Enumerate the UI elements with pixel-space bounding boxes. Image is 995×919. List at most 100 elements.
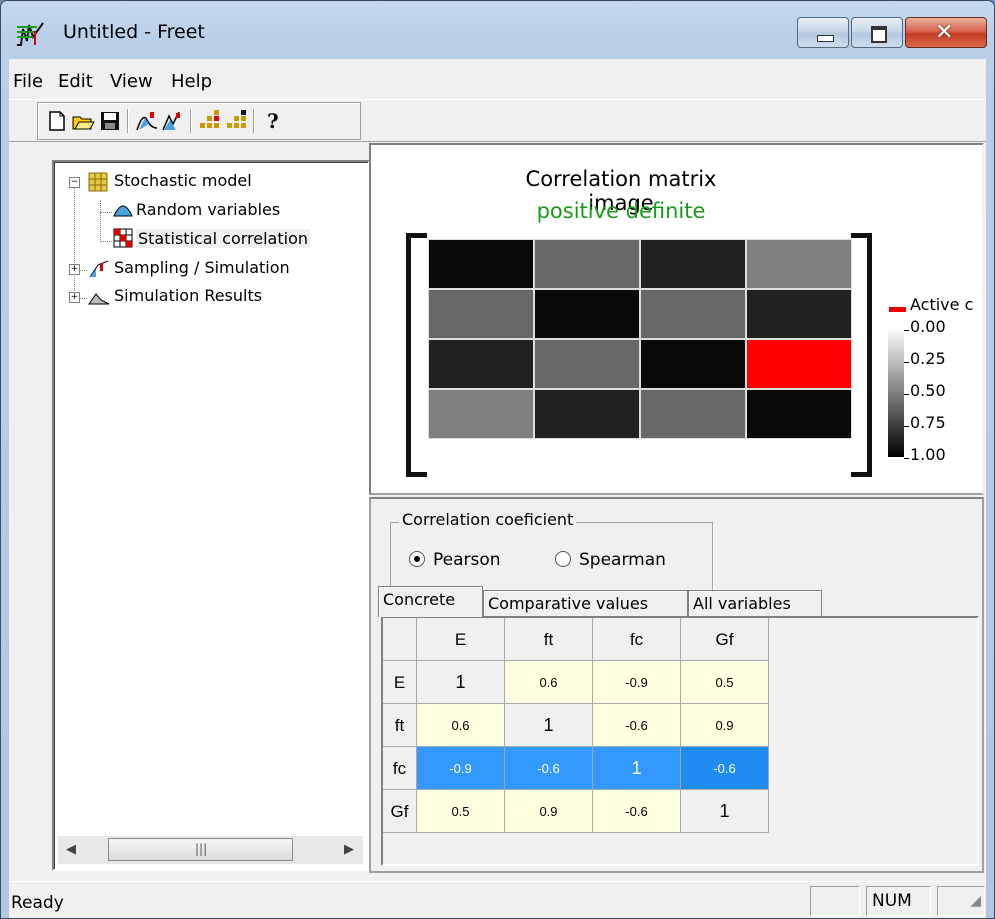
horizontal-scrollbar[interactable]: ◀ ||| ▶ [58, 836, 363, 864]
matrix-alt-icon[interactable] [225, 110, 249, 132]
sampling-icon[interactable] [161, 110, 185, 132]
minimize-icon [817, 35, 834, 42]
status-panel-empty [810, 886, 860, 916]
size-grip-icon[interactable]: ◢ [937, 886, 985, 916]
table-cell[interactable]: -0.6 [681, 747, 769, 790]
column-header[interactable]: ft [505, 618, 593, 661]
heatmap-cell[interactable] [428, 339, 534, 389]
tree-item-sampling-simulation[interactable]: Sampling / Simulation [114, 258, 290, 277]
tab-comparative-values[interactable]: Comparative values [483, 590, 688, 616]
distribution-icon[interactable] [135, 110, 159, 132]
table-cell[interactable]: 1 [681, 790, 769, 833]
heatmap-cell[interactable] [746, 239, 852, 289]
close-button[interactable]: ✕ [905, 17, 987, 48]
column-header[interactable]: fc [593, 618, 681, 661]
collapse-icon[interactable]: − [69, 177, 80, 188]
new-file-icon[interactable] [45, 110, 69, 132]
heatmap-cell[interactable] [746, 289, 852, 339]
tree-line [100, 200, 101, 242]
scroll-left-icon[interactable]: ◀ [66, 842, 76, 857]
tree-view[interactable]: − Stochastic model Random variables Stat… [52, 160, 370, 871]
correlation-grid-icon [113, 228, 133, 248]
app-window: Untitled - Freet ✕ File Edit View Help ? [0, 0, 995, 919]
menu-view[interactable]: View [110, 71, 153, 92]
menu-help[interactable]: Help [171, 71, 212, 92]
colorbar-tick: 0.75 [904, 413, 946, 432]
row-header[interactable]: Gf [383, 790, 417, 833]
heatmap-cell[interactable] [640, 239, 746, 289]
help-icon[interactable]: ? [261, 110, 285, 132]
heatmap-cell[interactable] [640, 339, 746, 389]
radio-spearman[interactable]: Spearman [555, 550, 666, 570]
save-icon[interactable] [98, 110, 122, 132]
heatmap-cell[interactable] [640, 289, 746, 339]
table-cell[interactable]: 0.5 [681, 661, 769, 704]
expand-icon[interactable]: + [69, 292, 80, 303]
scroll-thumb[interactable]: ||| [108, 838, 293, 861]
sampling-simulation-icon [89, 260, 109, 278]
status-num: NUM [866, 886, 931, 916]
expand-icon[interactable]: + [69, 264, 80, 275]
active-legend-swatch [889, 307, 906, 312]
matrix-icon[interactable] [198, 110, 222, 132]
open-folder-icon[interactable] [71, 110, 95, 132]
table-cell[interactable]: -0.9 [593, 661, 681, 704]
table-cell[interactable]: 0.6 [417, 704, 505, 747]
table-cell[interactable]: -0.9 [417, 747, 505, 790]
column-header[interactable]: E [417, 618, 505, 661]
heatmap-cell[interactable] [428, 289, 534, 339]
table-cell[interactable]: 1 [505, 704, 593, 747]
table-cell[interactable]: 0.9 [681, 704, 769, 747]
tab-all-variables[interactable]: All variables [688, 590, 822, 616]
table-cell[interactable]: 0.9 [505, 790, 593, 833]
table-cell[interactable]: 1 [593, 747, 681, 790]
heatmap-cell[interactable] [428, 239, 534, 289]
stochastic-model-icon [88, 172, 108, 192]
table-cell[interactable]: 0.6 [505, 661, 593, 704]
maximize-button[interactable] [851, 17, 903, 48]
heatmap-cell[interactable] [534, 339, 640, 389]
heatmap-cell[interactable] [746, 339, 852, 389]
row-header[interactable]: ft [383, 704, 417, 747]
table-cell[interactable]: -0.6 [593, 704, 681, 747]
tree-item-random-variables[interactable]: Random variables [136, 200, 280, 219]
tree-item-simulation-results[interactable]: Simulation Results [114, 286, 262, 305]
close-icon: ✕ [935, 20, 954, 45]
tree-item-stochastic-model[interactable]: Stochastic model [114, 171, 252, 190]
matrix-bracket-left [406, 233, 427, 477]
colorbar-tick: 0.50 [904, 381, 946, 400]
tree-line [79, 298, 87, 299]
table-cell[interactable]: -0.6 [505, 747, 593, 790]
menu-file[interactable]: File [13, 71, 43, 92]
heatmap-cell[interactable] [534, 389, 640, 439]
groupbox-label: Correlation coeficient [399, 510, 577, 529]
table-cell[interactable]: -0.6 [593, 790, 681, 833]
tree-item-statistical-correlation[interactable]: Statistical correlation [136, 229, 310, 248]
tree-line [74, 184, 75, 297]
minimize-button[interactable] [797, 17, 849, 48]
heatmap-cell[interactable] [640, 389, 746, 439]
maximize-icon [871, 26, 887, 43]
radio-off-icon [555, 551, 571, 567]
client-area: File Edit View Help ? − Stochastic model… [9, 59, 986, 918]
row-header[interactable]: fc [383, 747, 417, 790]
row-header[interactable]: E [383, 661, 417, 704]
scroll-right-icon[interactable]: ▶ [344, 842, 354, 857]
radio-label: Pearson [433, 550, 501, 570]
tree-line [100, 241, 112, 242]
radio-pearson[interactable]: Pearson [409, 550, 501, 570]
heatmap-cell[interactable] [534, 239, 640, 289]
window-title: Untitled - Freet [63, 21, 205, 43]
column-header[interactable]: Gf [681, 618, 769, 661]
chart-subtitle: positive definite [536, 199, 706, 223]
table-cell[interactable]: 0.5 [417, 790, 505, 833]
active-legend-label: Active c [910, 295, 974, 314]
heatmap-cell[interactable] [534, 289, 640, 339]
menu-edit[interactable]: Edit [58, 71, 93, 92]
correlation-table[interactable]: Eft fc Gf E 1 0.6 -0.9 0.5 ft 0.6 1 -0.6 0.9 fc -0.9 -0… [381, 616, 979, 866]
heatmap-cell[interactable] [428, 389, 534, 439]
table-cell[interactable]: 1 [417, 661, 505, 704]
heatmap-cell[interactable] [746, 389, 852, 439]
tab-concrete[interactable]: Concrete [378, 586, 483, 617]
correlation-image-pane: Correlation matrix image positive defini… [369, 143, 984, 495]
